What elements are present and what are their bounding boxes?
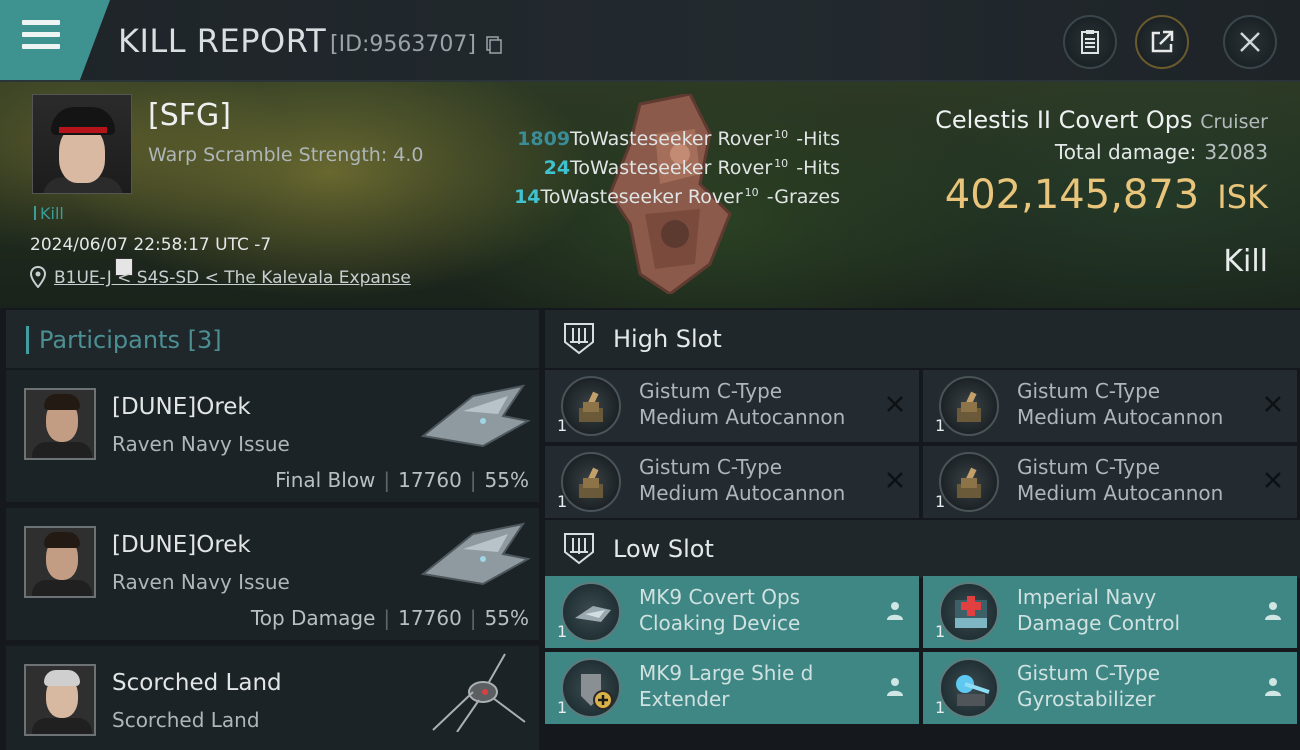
hit-row: 14 ToWasteseeker Rover 10 -Grazes — [514, 186, 840, 208]
total-damage: Total damage: 32083 — [1054, 140, 1268, 164]
high-slot-icon — [564, 323, 594, 355]
avatar — [24, 388, 96, 460]
module-name: Gistum C-Type Gyrostabilizer — [1017, 661, 1161, 711]
damage-control-icon — [939, 582, 999, 642]
participant-card[interactable]: Scorched Land Scorched Land — [6, 644, 539, 750]
participants-title: Participants [3] — [26, 326, 222, 354]
participant-name: [DUNE]Orek — [112, 394, 251, 420]
participant-stats: Final Blow | 17760 | 55% — [275, 468, 529, 492]
victim-ship-name: Celestis II Covert Ops — [935, 106, 1193, 134]
kill-timestamp: 2024/06/07 22:58:17 UTC -7 — [30, 235, 272, 255]
page-title: KILL REPORT — [118, 22, 327, 60]
module-name: Gistum C-Type Medium Autocannon — [639, 379, 846, 429]
hits-summary: 1809 ToWasteseeker Rover 10 -Hits 24 ToWast… — [440, 128, 840, 215]
participants-panel: Participants [3] [DUNE]Orek Raven Navy I… — [6, 310, 539, 750]
isk-value: 402,145,873 ISK — [944, 172, 1268, 218]
participant-card[interactable]: [DUNE]Orek Raven Navy Issue Final Blow | 1… — [6, 368, 539, 502]
header-bar: KILL REPORT [ID:9563707] — [0, 0, 1300, 82]
module-high-3[interactable]: 1 Gistum C-Type Medium Autocannon — [545, 446, 919, 518]
module-high-2[interactable]: 1 Gistum C-Type Medium Autocannon — [923, 370, 1297, 442]
autocannon-icon — [561, 376, 621, 436]
share-icon — [1151, 30, 1174, 53]
autocannon-icon — [939, 452, 999, 512]
module-low-2[interactable]: 1 Imperial Navy Damage Control — [923, 576, 1297, 648]
clipboard-button[interactable] — [1063, 15, 1117, 69]
module-name: Gistum C-Type Medium Autocannon — [1017, 455, 1224, 505]
offline-x-icon — [887, 472, 903, 488]
low-slot-header: Low Slot — [545, 520, 1300, 578]
low-slot-icon — [564, 533, 594, 565]
high-slot-label: High Slot — [613, 325, 722, 353]
close-icon — [1240, 32, 1260, 52]
pilot-icon — [1265, 678, 1281, 696]
module-name: Gistum C-Type Medium Autocannon — [1017, 379, 1224, 429]
drone-ship-icon — [432, 653, 526, 732]
clipboard-icon — [1081, 30, 1099, 54]
participants-header: Participants [3] — [6, 310, 539, 368]
report-id: [ID:9563707] — [330, 32, 476, 57]
kill-result: Kill — [1223, 244, 1268, 279]
autocannon-icon — [939, 376, 999, 436]
participant-name: [DUNE]Orek — [112, 532, 251, 558]
low-slot-label: Low Slot — [613, 535, 714, 563]
module-name: MK9 Large Shie d Extender — [639, 661, 814, 711]
location-link[interactable]: B1UE-J < S4S-SD < The Kalevala Expanse — [54, 268, 411, 288]
raven-navy-issue-ship-icon — [420, 522, 531, 586]
kill-tag: Kill — [34, 204, 64, 223]
module-high-1[interactable]: 1 Gistum C-Type Medium Autocannon — [545, 370, 919, 442]
participant-card[interactable]: [DUNE]Orek Raven Navy Issue Top Damage | 1… — [6, 506, 539, 640]
victim-ship-class: Cruiser — [1200, 111, 1268, 133]
victim-portrait[interactable] — [32, 94, 132, 194]
pilot-icon — [1265, 602, 1281, 620]
raven-navy-issue-ship-icon — [420, 384, 531, 448]
avatar — [24, 664, 96, 736]
module-low-1[interactable]: 1 MK9 Covert Ops Cloaking Device — [545, 576, 919, 648]
fitting-panel: High Slot 1 Gistum C-Type Medium Autocann… — [545, 310, 1300, 750]
autocannon-icon — [561, 452, 621, 512]
pilot-icon — [887, 678, 903, 696]
kill-banner: [SFG] Warp Scramble Strength: 4.0 Kill 2… — [0, 82, 1300, 308]
close-button[interactable] — [1223, 15, 1277, 69]
hit-row: 1809 ToWasteseeker Rover 10 -Hits — [517, 128, 840, 150]
participant-ship: Raven Navy Issue — [112, 432, 290, 456]
module-name: MK9 Covert Ops Cloaking Device — [639, 585, 801, 635]
warp-scramble-strength: Warp Scramble Strength: 4.0 — [148, 144, 424, 166]
module-name: Gistum C-Type Medium Autocannon — [639, 455, 846, 505]
participant-ship: Scorched Land — [112, 708, 260, 732]
offline-x-icon — [1265, 396, 1281, 412]
pilot-icon — [887, 602, 903, 620]
participant-stats: Top Damage | 17760 | 55% — [250, 606, 529, 630]
share-button[interactable] — [1135, 15, 1189, 69]
high-slot-header: High Slot — [545, 310, 1300, 368]
copy-icon[interactable] — [486, 36, 502, 54]
module-low-4[interactable]: 1 Gistum C-Type Gyrostabilizer — [923, 652, 1297, 724]
participant-name: Scorched Land — [112, 670, 282, 696]
cloaking-device-icon — [561, 582, 621, 642]
avatar — [24, 526, 96, 598]
offline-x-icon — [1265, 472, 1281, 488]
module-name: Imperial Navy Damage Control — [1017, 585, 1181, 635]
participant-ship: Raven Navy Issue — [112, 570, 290, 594]
menu-icon[interactable] — [22, 20, 66, 58]
victim-ship[interactable]: Celestis II Covert Ops Cruiser — [935, 106, 1268, 134]
shield-extender-icon — [561, 658, 621, 718]
module-high-4[interactable]: 1 Gistum C-Type Medium Autocannon — [923, 446, 1297, 518]
hit-row: 24 ToWasteseeker Rover 10 -Hits — [543, 157, 840, 179]
module-low-3[interactable]: 1 MK9 Large Shie d Extender — [545, 652, 919, 724]
offline-x-icon — [887, 396, 903, 412]
gyrostabilizer-icon — [939, 658, 999, 718]
location-pin-icon — [30, 266, 46, 288]
victim-corp[interactable]: [SFG] — [148, 98, 231, 133]
